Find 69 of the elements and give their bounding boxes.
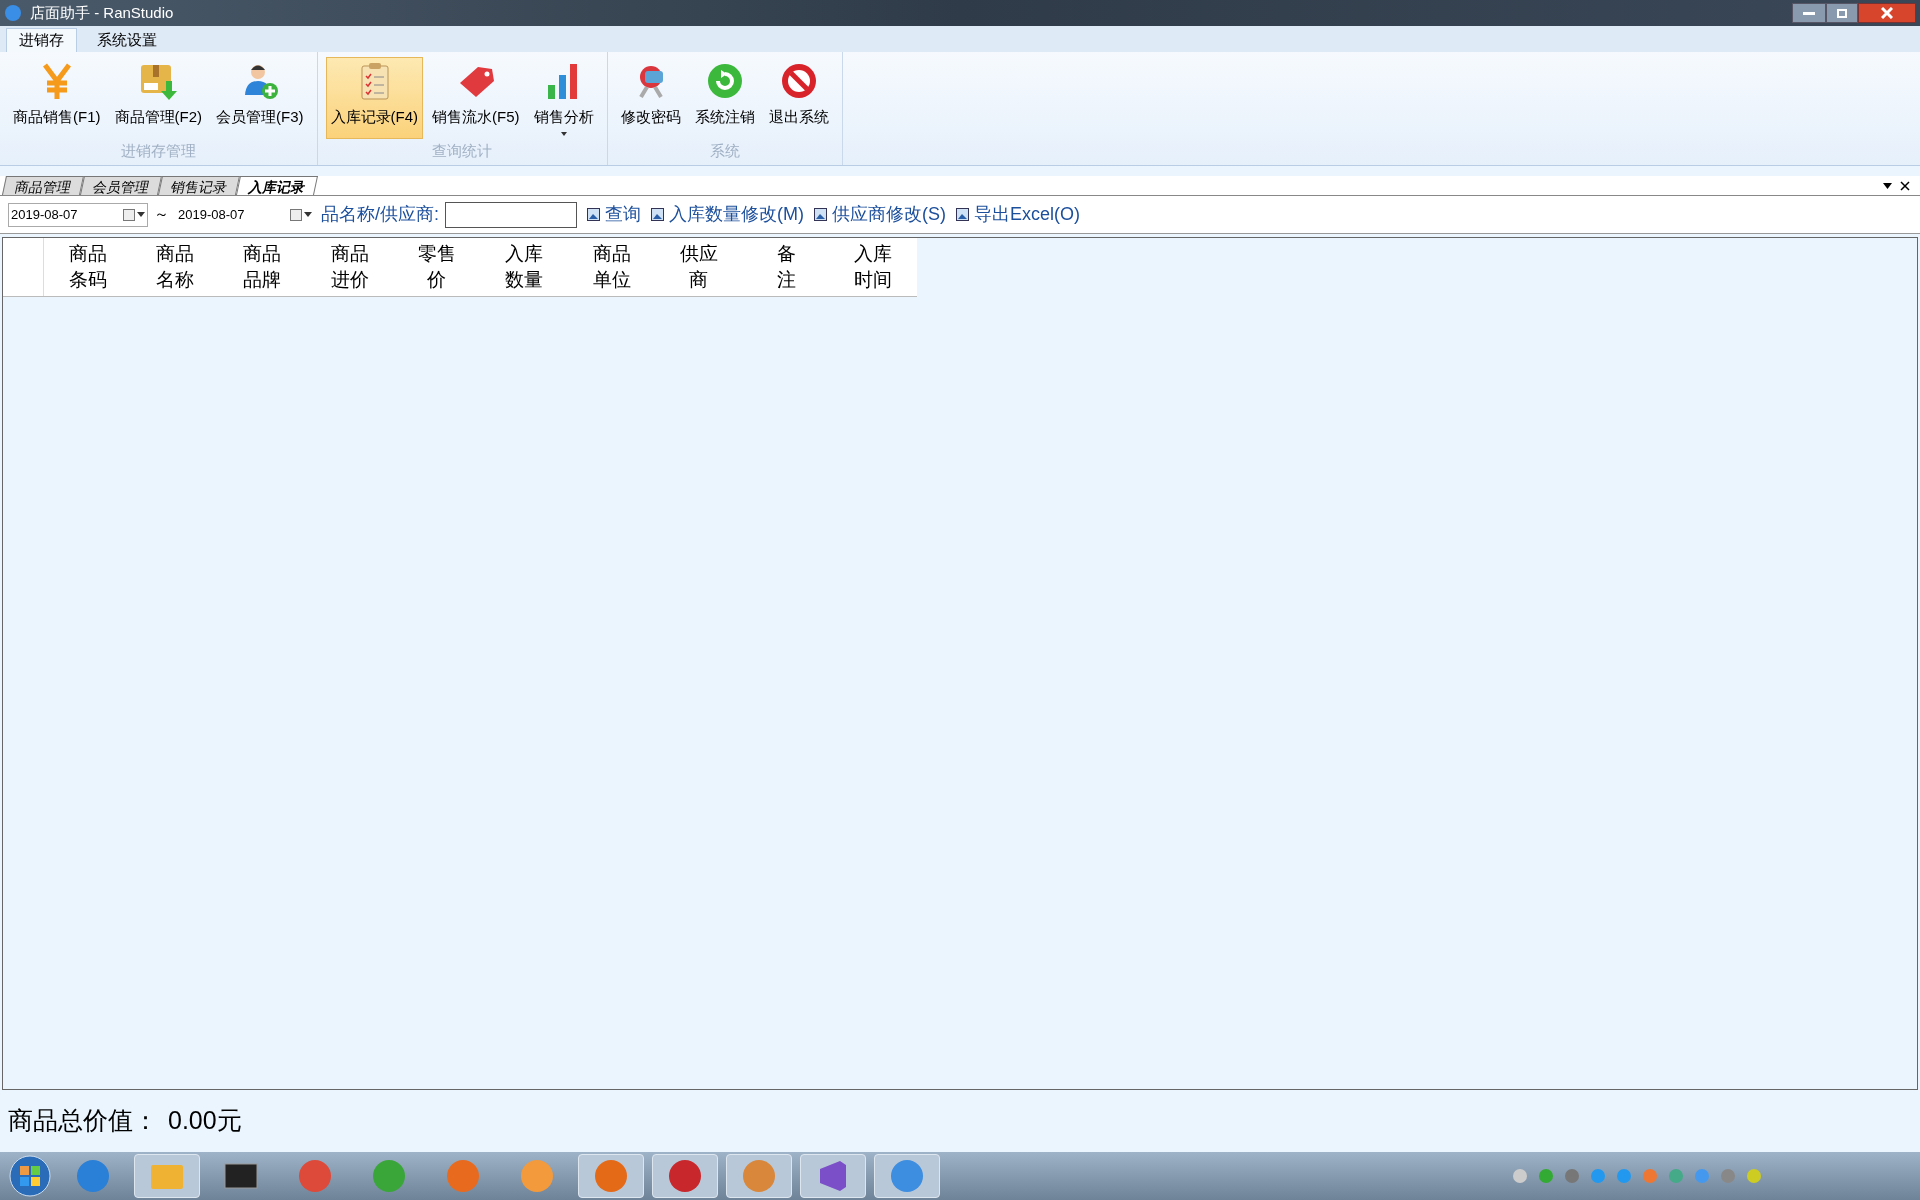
tray-icon[interactable]: [1512, 1168, 1528, 1184]
column-header[interactable]: 入库 数量: [480, 238, 568, 296]
taskbar-button[interactable]: [652, 1154, 718, 1198]
tray-icon[interactable]: [1538, 1168, 1554, 1184]
app-icon: [592, 1157, 630, 1195]
column-header[interactable]: 零售 价: [393, 238, 481, 296]
ribbon-button[interactable]: 入库记录(F4): [325, 57, 423, 139]
toolbar-button[interactable]: 供应商修改(S): [814, 201, 946, 228]
tray-icon[interactable]: [1668, 1168, 1684, 1184]
taskbar-button[interactable]: [800, 1154, 866, 1198]
group-title: 系统: [709, 140, 740, 161]
column-header[interactable]: 商品 品牌: [218, 238, 307, 296]
ribbon-button[interactable]: 系统注销: [689, 57, 760, 139]
ribbon-tab[interactable]: 系统设置: [81, 28, 173, 52]
group-title: 进销存管理: [120, 140, 196, 161]
column-header[interactable]: 商品 单位: [567, 238, 656, 296]
tray-icon[interactable]: [1720, 1168, 1736, 1184]
toolbar-button[interactable]: 导出Excel(O): [956, 201, 1080, 228]
calendar-icon: [123, 208, 145, 221]
tray-icon[interactable]: [1746, 1168, 1762, 1184]
ribbon-button[interactable]: 会员管理(F3): [211, 57, 309, 139]
app-icon: [518, 1157, 556, 1195]
start-icon[interactable]: [8, 1154, 52, 1198]
document-tab[interactable]: 销售记录: [158, 176, 240, 195]
total-label: 商品总价值：: [8, 1105, 158, 1137]
close-icon[interactable]: [1900, 181, 1910, 191]
caret-icon: [560, 131, 567, 136]
app-icon: [740, 1157, 778, 1195]
tray-icon[interactable]: [1694, 1168, 1710, 1184]
image-icon: [587, 208, 600, 221]
column-header[interactable]: 入库 时间: [829, 238, 917, 296]
image-icon: [956, 208, 969, 221]
column-header[interactable]: 备 注: [742, 238, 830, 296]
total-value: 0.00元: [168, 1105, 242, 1137]
range-separator: ～: [154, 204, 169, 225]
ribbon-button[interactable]: 退出系统: [763, 57, 834, 139]
column-header[interactable]: 供应 商: [655, 238, 743, 296]
toolbar-button[interactable]: 入库数量修改(M): [651, 201, 804, 228]
tray-icon[interactable]: [1616, 1168, 1632, 1184]
document-tab[interactable]: 入库记录: [236, 176, 318, 195]
search-label: 品名称/供应商:: [321, 203, 439, 226]
toolbar-button[interactable]: 查询: [587, 201, 641, 228]
ribbon-button[interactable]: 修改密码: [615, 57, 686, 139]
image-icon: [814, 208, 827, 221]
app-icon: [4, 4, 22, 22]
document-tab[interactable]: 商品管理: [2, 176, 84, 195]
column-header[interactable]: 商品 进价: [306, 238, 394, 296]
tray-icon[interactable]: [1564, 1168, 1580, 1184]
calendar-icon: [290, 208, 312, 221]
document-tab[interactable]: 会员管理: [80, 176, 162, 195]
column-header[interactable]: 商品 条码: [44, 238, 132, 296]
search-field[interactable]: [445, 201, 577, 228]
ribbon-tab[interactable]: 进销存: [6, 28, 77, 52]
ribbon-button[interactable]: 商品销售(F1): [8, 57, 106, 139]
window-title: 店面助手 - RanStudio: [30, 2, 174, 23]
date-picker[interactable]: 2019-08-07: [8, 202, 148, 227]
tray-icon[interactable]: [1642, 1168, 1658, 1184]
ribbon-button[interactable]: 销售分析: [528, 57, 599, 139]
ribbon-button[interactable]: 销售流水(F5): [427, 57, 525, 139]
ribbon-button[interactable]: 商品管理(F2): [109, 57, 207, 139]
tray-icon[interactable]: [1590, 1168, 1606, 1184]
maximize-button[interactable]: [1826, 3, 1858, 23]
close-icon: [1881, 7, 1893, 19]
image-icon: [651, 208, 664, 221]
minimize-button[interactable]: [1792, 3, 1826, 23]
close-button[interactable]: [1858, 3, 1916, 23]
group-title: 查询统计: [432, 140, 492, 161]
column-header[interactable]: 商品 名称: [131, 238, 219, 296]
dropdown-icon: [1883, 183, 1892, 189]
